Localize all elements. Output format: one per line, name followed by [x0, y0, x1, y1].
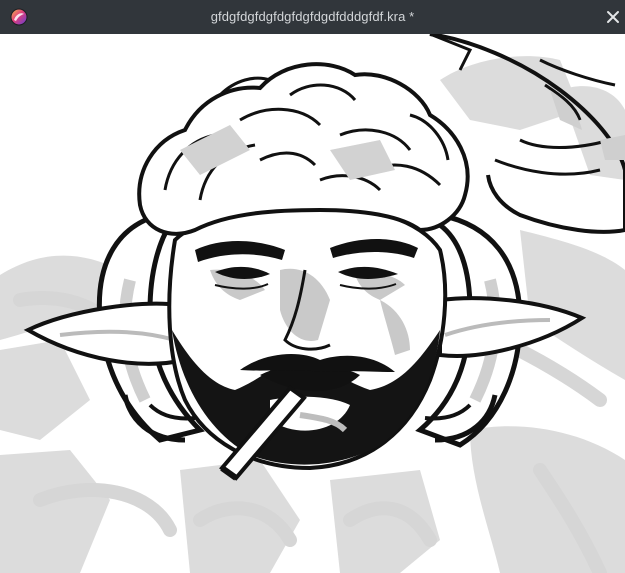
window-title: gfdgfdgfdgfdgfdgfdgdfdddgfdf.kra * [210, 9, 415, 24]
artwork [0, 34, 625, 573]
title-bar[interactable]: gfdgfdgfdgfdgfdgfdgdfdddgfdf.kra * [0, 0, 625, 34]
krita-window: gfdgfdgfdgfdgfdgfdgdfdddgfdf.kra * [0, 0, 625, 573]
drawing-canvas[interactable] [0, 34, 625, 573]
hair [137, 62, 470, 236]
close-icon [607, 11, 619, 23]
close-button[interactable] [601, 0, 625, 34]
